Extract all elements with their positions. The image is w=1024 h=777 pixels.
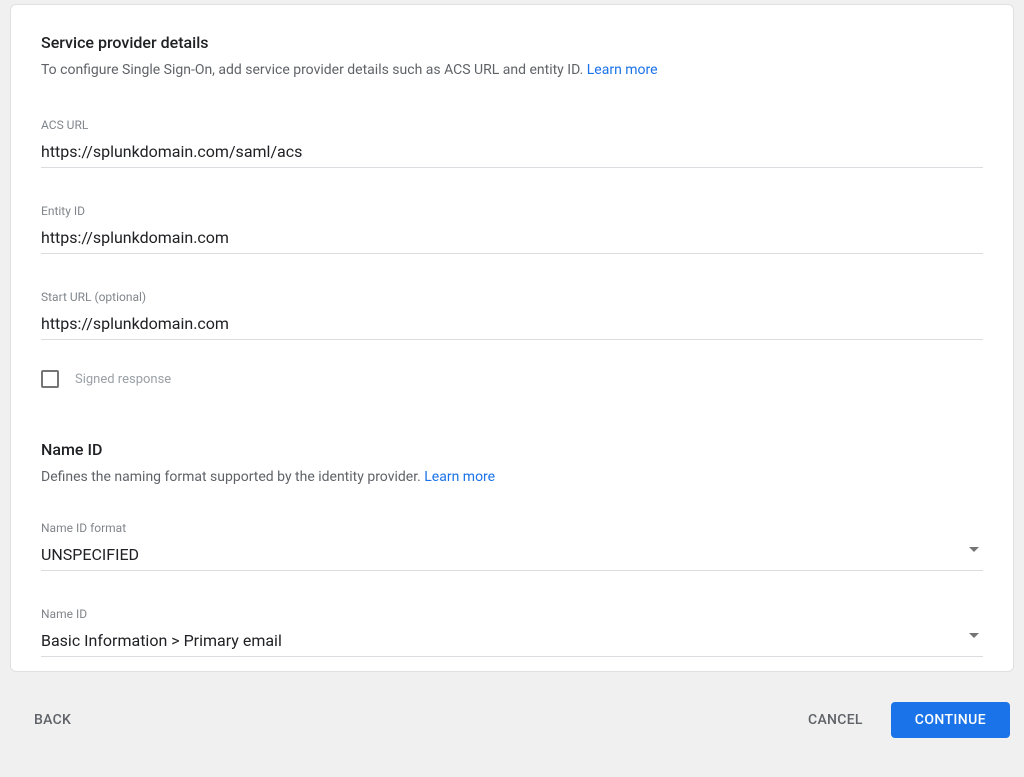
acs-url-field: ACS URL <box>41 118 983 168</box>
acs-url-input[interactable] <box>41 140 983 168</box>
name-id-select[interactable]: Basic Information > Primary email <box>41 629 983 657</box>
continue-button[interactable]: CONTINUE <box>891 702 1010 738</box>
section-name-id-desc: Defines the naming format supported by t… <box>41 469 983 485</box>
name-id-field: Name ID Basic Information > Primary emai… <box>41 607 983 657</box>
name-id-format-label: Name ID format <box>41 521 983 535</box>
name-id-format-value: UNSPECIFIED <box>41 543 983 570</box>
name-id-label: Name ID <box>41 607 983 621</box>
name-id-format-select[interactable]: UNSPECIFIED <box>41 543 983 571</box>
desc-text: To configure Single Sign-On, add service… <box>41 62 587 78</box>
entity-id-field: Entity ID <box>41 204 983 254</box>
acs-url-label: ACS URL <box>41 118 983 132</box>
back-button[interactable]: BACK <box>34 712 71 728</box>
start-url-field: Start URL (optional) <box>41 290 983 340</box>
name-id-value: Basic Information > Primary email <box>41 629 983 656</box>
section-name-id-title: Name ID <box>41 440 983 459</box>
form-card: Service provider details To configure Si… <box>10 4 1014 672</box>
section-service-provider-title: Service provider details <box>41 33 983 52</box>
signed-response-label: Signed response <box>75 372 171 387</box>
chevron-down-icon <box>969 633 979 638</box>
start-url-label: Start URL (optional) <box>41 290 983 304</box>
signed-response-checkbox[interactable] <box>41 370 59 388</box>
signed-response-row: Signed response <box>41 370 983 388</box>
section-service-provider-desc: To configure Single Sign-On, add service… <box>41 62 983 78</box>
footer-bar: BACK CANCEL CONTINUE <box>0 672 1024 738</box>
cancel-button[interactable]: CANCEL <box>808 712 863 728</box>
name-id-format-field: Name ID format UNSPECIFIED <box>41 521 983 571</box>
learn-more-link[interactable]: Learn more <box>587 62 658 78</box>
entity-id-input[interactable] <box>41 226 983 254</box>
entity-id-label: Entity ID <box>41 204 983 218</box>
footer-right: CANCEL CONTINUE <box>808 702 1010 738</box>
start-url-input[interactable] <box>41 312 983 340</box>
desc-text-2: Defines the naming format supported by t… <box>41 469 424 485</box>
chevron-down-icon <box>969 547 979 552</box>
learn-more-link-2[interactable]: Learn more <box>424 469 495 485</box>
